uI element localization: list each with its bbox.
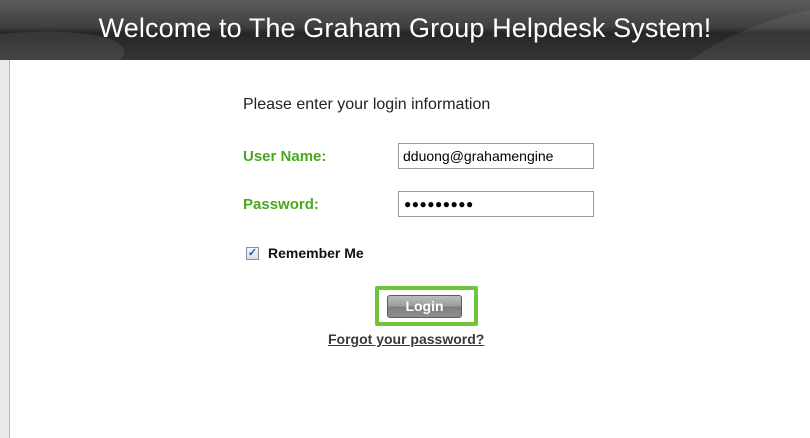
remember-me-checkbox[interactable]: ✓ bbox=[246, 247, 259, 260]
checkmark-icon: ✓ bbox=[247, 247, 258, 259]
username-label: User Name: bbox=[243, 148, 327, 165]
remember-me-label[interactable]: Remember Me bbox=[268, 245, 364, 261]
page-title: Welcome to The Graham Group Helpdesk Sys… bbox=[98, 13, 712, 43]
login-panel: Please enter your login information User… bbox=[9, 60, 810, 438]
forgot-password-link[interactable]: Forgot your password? bbox=[328, 331, 484, 347]
login-instructions: Please enter your login information bbox=[243, 96, 491, 113]
login-button-highlight: Login bbox=[375, 286, 478, 326]
username-input[interactable] bbox=[398, 143, 594, 169]
password-label: Password: bbox=[243, 196, 319, 213]
header-bar: Welcome to The Graham Group Helpdesk Sys… bbox=[0, 0, 810, 60]
password-input[interactable]: ●●●●●●●●● bbox=[398, 191, 594, 217]
password-mask: ●●●●●●●●● bbox=[404, 197, 474, 211]
login-button[interactable]: Login bbox=[387, 295, 462, 318]
